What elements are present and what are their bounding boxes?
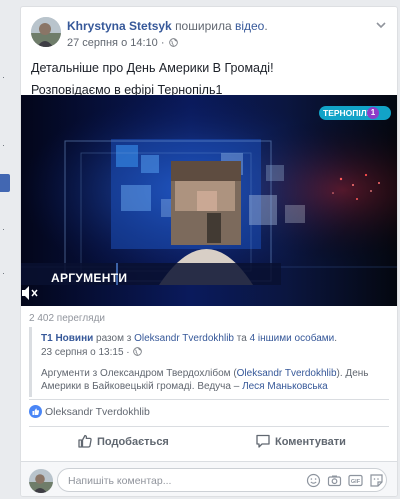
chevron-down-icon[interactable]	[375, 19, 387, 31]
author-line: Khrystyna Stetsyk поширила відео.	[67, 19, 268, 33]
comment-placeholder: Напишіть коментар...	[68, 475, 172, 487]
divider	[29, 399, 389, 400]
left-sidebar-strip: · · · ·	[0, 0, 14, 499]
page-link[interactable]: Т1 Новини	[41, 333, 93, 344]
sidebar-dot: ·	[2, 224, 5, 234]
comment-composer: Напишіть коментар... GIF	[21, 461, 397, 496]
post-text-line: Детальніше про День Америки В Громаді!	[31, 61, 274, 75]
globe-icon	[133, 347, 143, 356]
post-header: Khrystyna Stetsyk поширила відео. 27 сер…	[31, 17, 387, 57]
shared-timestamp[interactable]: 23 серпня о 13:15 ·	[41, 347, 130, 358]
shared-post-meta: 23 серпня о 13:15 ·	[41, 347, 143, 358]
comment-input[interactable]: Напишіть коментар... GIF	[57, 468, 387, 492]
end-text: .	[334, 333, 338, 344]
mention-link[interactable]: Oleksandr Tverdokhlib	[237, 368, 337, 379]
channel-number: 1	[367, 107, 379, 119]
tagged-person-link[interactable]: Oleksandr Tverdokhlib	[134, 333, 234, 344]
comment-label: Коментувати	[275, 436, 346, 448]
shared-post-header: Т1 Новини разом з Oleksandr Tverdokhlib …	[41, 333, 337, 344]
post-timestamp[interactable]: 27 серпня о 14:10 ·	[67, 37, 165, 49]
action-prefix: поширила	[175, 19, 235, 33]
view-count: 2 402 перегляди	[29, 313, 106, 324]
action-suffix: .	[264, 19, 268, 33]
comment-icon	[256, 434, 270, 448]
camera-icon[interactable]	[327, 473, 342, 488]
sidebar-dot: ·	[2, 268, 5, 278]
post-card: Khrystyna Stetsyk поширила відео. 27 сер…	[20, 6, 398, 497]
post-meta: 27 серпня о 14:10 ·	[67, 37, 178, 49]
shared-post-box: Т1 Новини разом з Oleksandr Tverdokhlib …	[29, 327, 391, 397]
sidebar-active-marker[interactable]	[0, 174, 10, 192]
channel-name: ТЕРНОПІЛЬ	[319, 106, 391, 120]
emoji-icon[interactable]	[306, 473, 321, 488]
like-label: Подобається	[97, 436, 169, 448]
like-reaction-icon	[29, 405, 42, 418]
with-text: разом з	[93, 333, 135, 344]
commenter-avatar[interactable]	[29, 469, 53, 493]
sticker-icon[interactable]	[369, 473, 384, 488]
sidebar-dot: ·	[2, 140, 5, 150]
liker-name[interactable]: Oleksandr Tverdokhlib	[45, 406, 150, 418]
gif-icon[interactable]: GIF	[348, 473, 363, 488]
shared-video-link[interactable]: відео	[235, 19, 264, 33]
video-player[interactable]: ТЕРНОПІЛЬ 1 АРГУМЕНТИ	[21, 95, 397, 306]
shared-post-text: Аргументи з Олександром Твердохлібом (Ol…	[41, 367, 391, 393]
shared-text-part: Аргументи з Олександром Твердохлібом (	[41, 368, 237, 379]
and-text: та	[233, 333, 250, 344]
others-link[interactable]: 4 іншими особами	[250, 333, 335, 344]
svg-text:GIF: GIF	[351, 479, 361, 485]
globe-icon	[168, 38, 178, 47]
channel-logo: ТЕРНОПІЛЬ 1	[319, 106, 391, 120]
divider	[29, 426, 389, 427]
mention-link[interactable]: Леся Маньковська	[242, 381, 328, 392]
author-name-link[interactable]: Khrystyna Stetsyk	[67, 19, 172, 33]
sidebar-dot: ·	[2, 72, 5, 82]
thumbs-up-icon	[78, 434, 92, 448]
show-title: АРГУМЕНТИ	[51, 271, 128, 285]
author-avatar[interactable]	[31, 17, 61, 47]
speaker-mute-icon[interactable]	[21, 285, 39, 301]
